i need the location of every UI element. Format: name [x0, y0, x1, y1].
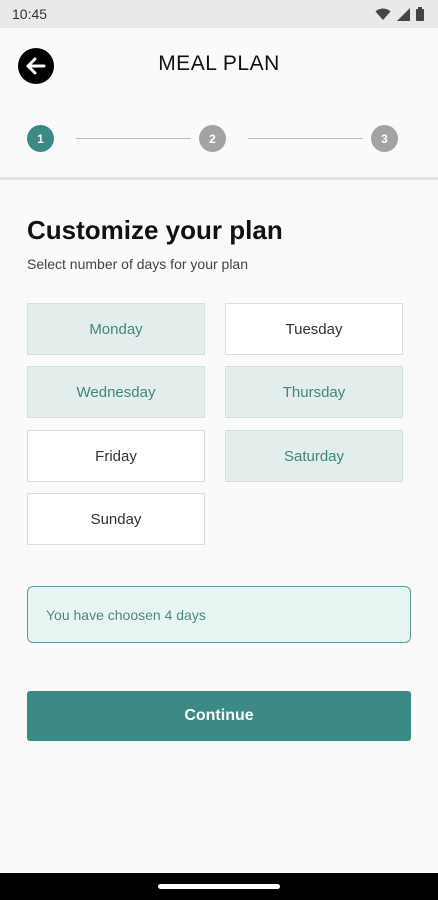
battery-icon: [416, 7, 424, 21]
status-icons: [375, 7, 424, 21]
day-option-saturday[interactable]: Saturday: [225, 430, 403, 482]
day-option-monday[interactable]: Monday: [27, 303, 205, 355]
step-2: 2: [199, 125, 226, 152]
status-bar: 10:45: [0, 0, 438, 28]
plan-intro: Customize your plan Select number of day…: [27, 215, 411, 272]
section-heading: Customize your plan: [27, 215, 283, 245]
wifi-icon: [375, 8, 391, 20]
progress-stepper: 1 2 3: [27, 125, 399, 152]
stepper-connector: [248, 138, 363, 139]
status-time: 10:45: [12, 6, 48, 22]
step-3: 3: [371, 125, 398, 152]
system-nav-bar: [0, 873, 438, 900]
day-option-wednesday[interactable]: Wednesday: [27, 366, 205, 418]
app-header: MEAL PLAN 1 2 3: [0, 28, 438, 180]
day-option-tuesday[interactable]: Tuesday: [225, 303, 403, 355]
home-indicator[interactable]: [158, 884, 280, 889]
section-subheading: Select number of days for your plan: [27, 256, 249, 272]
step-1: 1: [27, 125, 54, 152]
page-title: MEAL PLAN: [158, 52, 280, 75]
continue-button[interactable]: Continue: [27, 691, 411, 741]
day-option-friday[interactable]: Friday: [27, 430, 205, 482]
stepper-connector: [76, 138, 191, 139]
day-option-sunday[interactable]: Sunday: [27, 493, 205, 545]
selection-summary: You have choosen 4 days: [27, 586, 411, 643]
signal-icon: [397, 7, 410, 21]
day-option-thursday[interactable]: Thursday: [225, 366, 403, 418]
